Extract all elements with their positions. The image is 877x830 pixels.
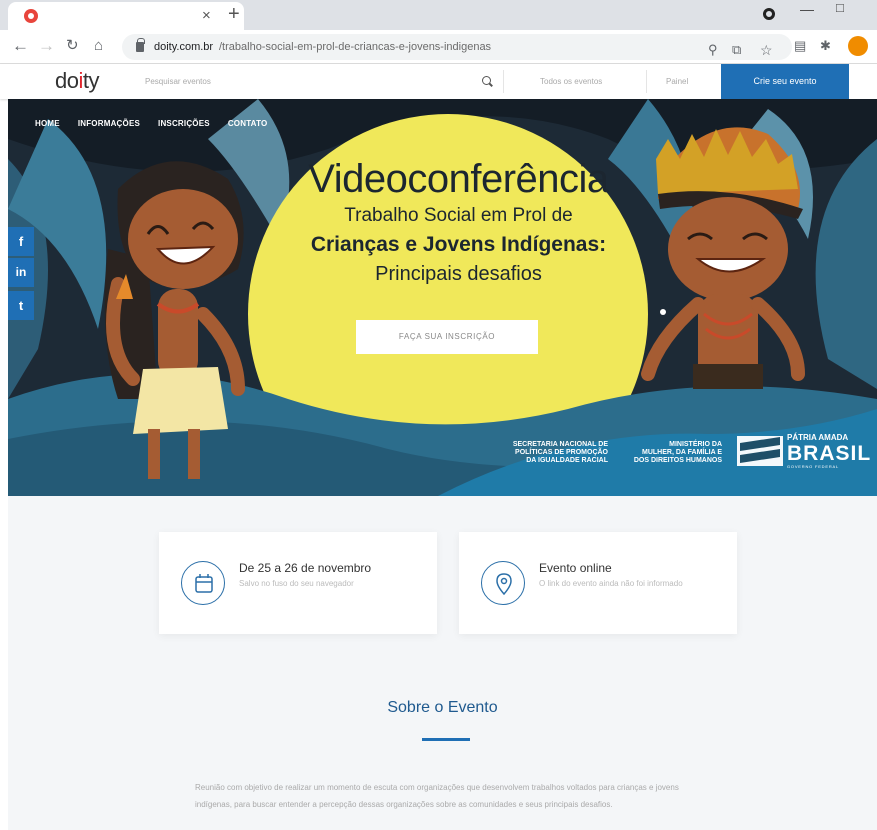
nav-home[interactable]: HOME <box>35 119 60 128</box>
hero-subtitle-2: Crianças e Jovens Indígenas: <box>310 233 607 256</box>
event-content: De 25 a 26 de novembro Salvo no fuso do … <box>8 496 877 830</box>
brasil-logo: BRASIL <box>787 442 872 465</box>
address-bar[interactable]: doity.com.br /trabalho-social-em-prol-de… <box>122 34 792 60</box>
panel-link[interactable]: Painel <box>666 77 688 86</box>
facebook-share-icon[interactable]: f <box>8 227 34 256</box>
back-arrow-icon[interactable]: ← <box>12 37 29 55</box>
site-favicon-icon <box>24 9 38 23</box>
reload-icon[interactable]: ↻ <box>66 37 79 55</box>
reading-list-icon[interactable]: ▤ <box>794 39 806 53</box>
hero-title: Videoconferência <box>308 157 609 201</box>
online-title: Evento online <box>539 561 612 575</box>
header-divider <box>646 70 647 93</box>
hero-banner: HOME INFORMAÇÕES INSCRIÇÕES CONTATO Vide… <box>8 99 877 496</box>
forward-arrow-icon[interactable]: → <box>38 37 55 55</box>
browser-tab-bar: × + — □ <box>0 0 877 30</box>
profile-avatar[interactable] <box>848 36 868 56</box>
register-button[interactable]: FAÇA SUA INSCRIÇÃO <box>356 320 538 354</box>
hero-subtitle-3: Principais desafios <box>375 263 542 285</box>
about-heading: Sobre o Evento <box>387 699 498 716</box>
site-header: doity Pesquisar eventos Todos os eventos… <box>0 64 877 99</box>
browser-tab[interactable]: × <box>8 2 244 30</box>
doity-logo[interactable]: doity <box>55 68 100 94</box>
search-icon[interactable] <box>482 76 491 85</box>
calendar-icon <box>181 561 225 605</box>
all-events-link[interactable]: Todos os eventos <box>540 77 602 86</box>
lock-icon <box>136 38 145 52</box>
linkedin-share-icon[interactable]: in <box>8 258 34 287</box>
zoom-icon[interactable]: ⚲ <box>708 43 718 57</box>
twitter-share-icon[interactable]: t <box>8 291 34 320</box>
record-indicator-icon <box>763 8 775 20</box>
nav-informacoes[interactable]: INFORMAÇÕES <box>78 119 140 128</box>
online-card: Evento online O link do evento ainda não… <box>459 532 737 634</box>
create-event-button[interactable]: Crie seu evento <box>721 64 849 99</box>
nav-contato[interactable]: CONTATO <box>228 119 268 128</box>
header-divider <box>503 70 504 93</box>
patria-amada-text: PÁTRIA AMADA <box>787 433 849 442</box>
about-divider <box>422 738 470 741</box>
star-icon[interactable]: ☆ <box>760 43 773 57</box>
close-tab-icon[interactable]: × <box>202 7 211 25</box>
date-subtitle: Salvo no fuso do seu navegador <box>239 579 354 588</box>
maximize-button[interactable]: □ <box>836 0 844 15</box>
ministerio-logo: MINISTÉRIO DA MULHER, DA FAMÍLIA E DOS D… <box>633 441 722 464</box>
hero-subtitle-1: Trabalho Social em Prol de <box>344 205 573 226</box>
home-icon[interactable]: ⌂ <box>94 37 103 55</box>
about-text: Reunião com objetivo de realizar um mome… <box>195 783 679 809</box>
nav-inscricoes[interactable]: INSCRIÇÕES <box>158 119 210 128</box>
extensions-icon[interactable]: ✱ <box>820 39 831 53</box>
minimize-button[interactable]: — <box>800 1 814 17</box>
online-subtitle: O link do evento ainda não foi informado <box>539 579 683 588</box>
search-input[interactable]: Pesquisar eventos <box>145 77 211 86</box>
share-icon[interactable]: ⧉ <box>732 43 741 57</box>
url-domain: doity.com.br <box>154 41 214 53</box>
new-tab-button[interactable]: + <box>228 3 240 25</box>
governo-federal-text: GOVERNO FEDERAL <box>787 464 840 469</box>
date-card: De 25 a 26 de novembro Salvo no fuso do … <box>159 532 437 634</box>
secretaria-logo: SECRETARIA NACIONAL DE POLÍTICAS DE PROM… <box>512 441 608 464</box>
url-path: /trabalho-social-em-prol-de-criancas-e-j… <box>219 41 492 53</box>
hero-nav: HOME INFORMAÇÕES INSCRIÇÕES CONTATO <box>35 119 267 128</box>
date-title: De 25 a 26 de novembro <box>239 561 372 575</box>
location-pin-icon <box>481 561 525 605</box>
browser-toolbar: ← → ↻ ⌂ doity.com.br /trabalho-social-em… <box>0 30 877 64</box>
